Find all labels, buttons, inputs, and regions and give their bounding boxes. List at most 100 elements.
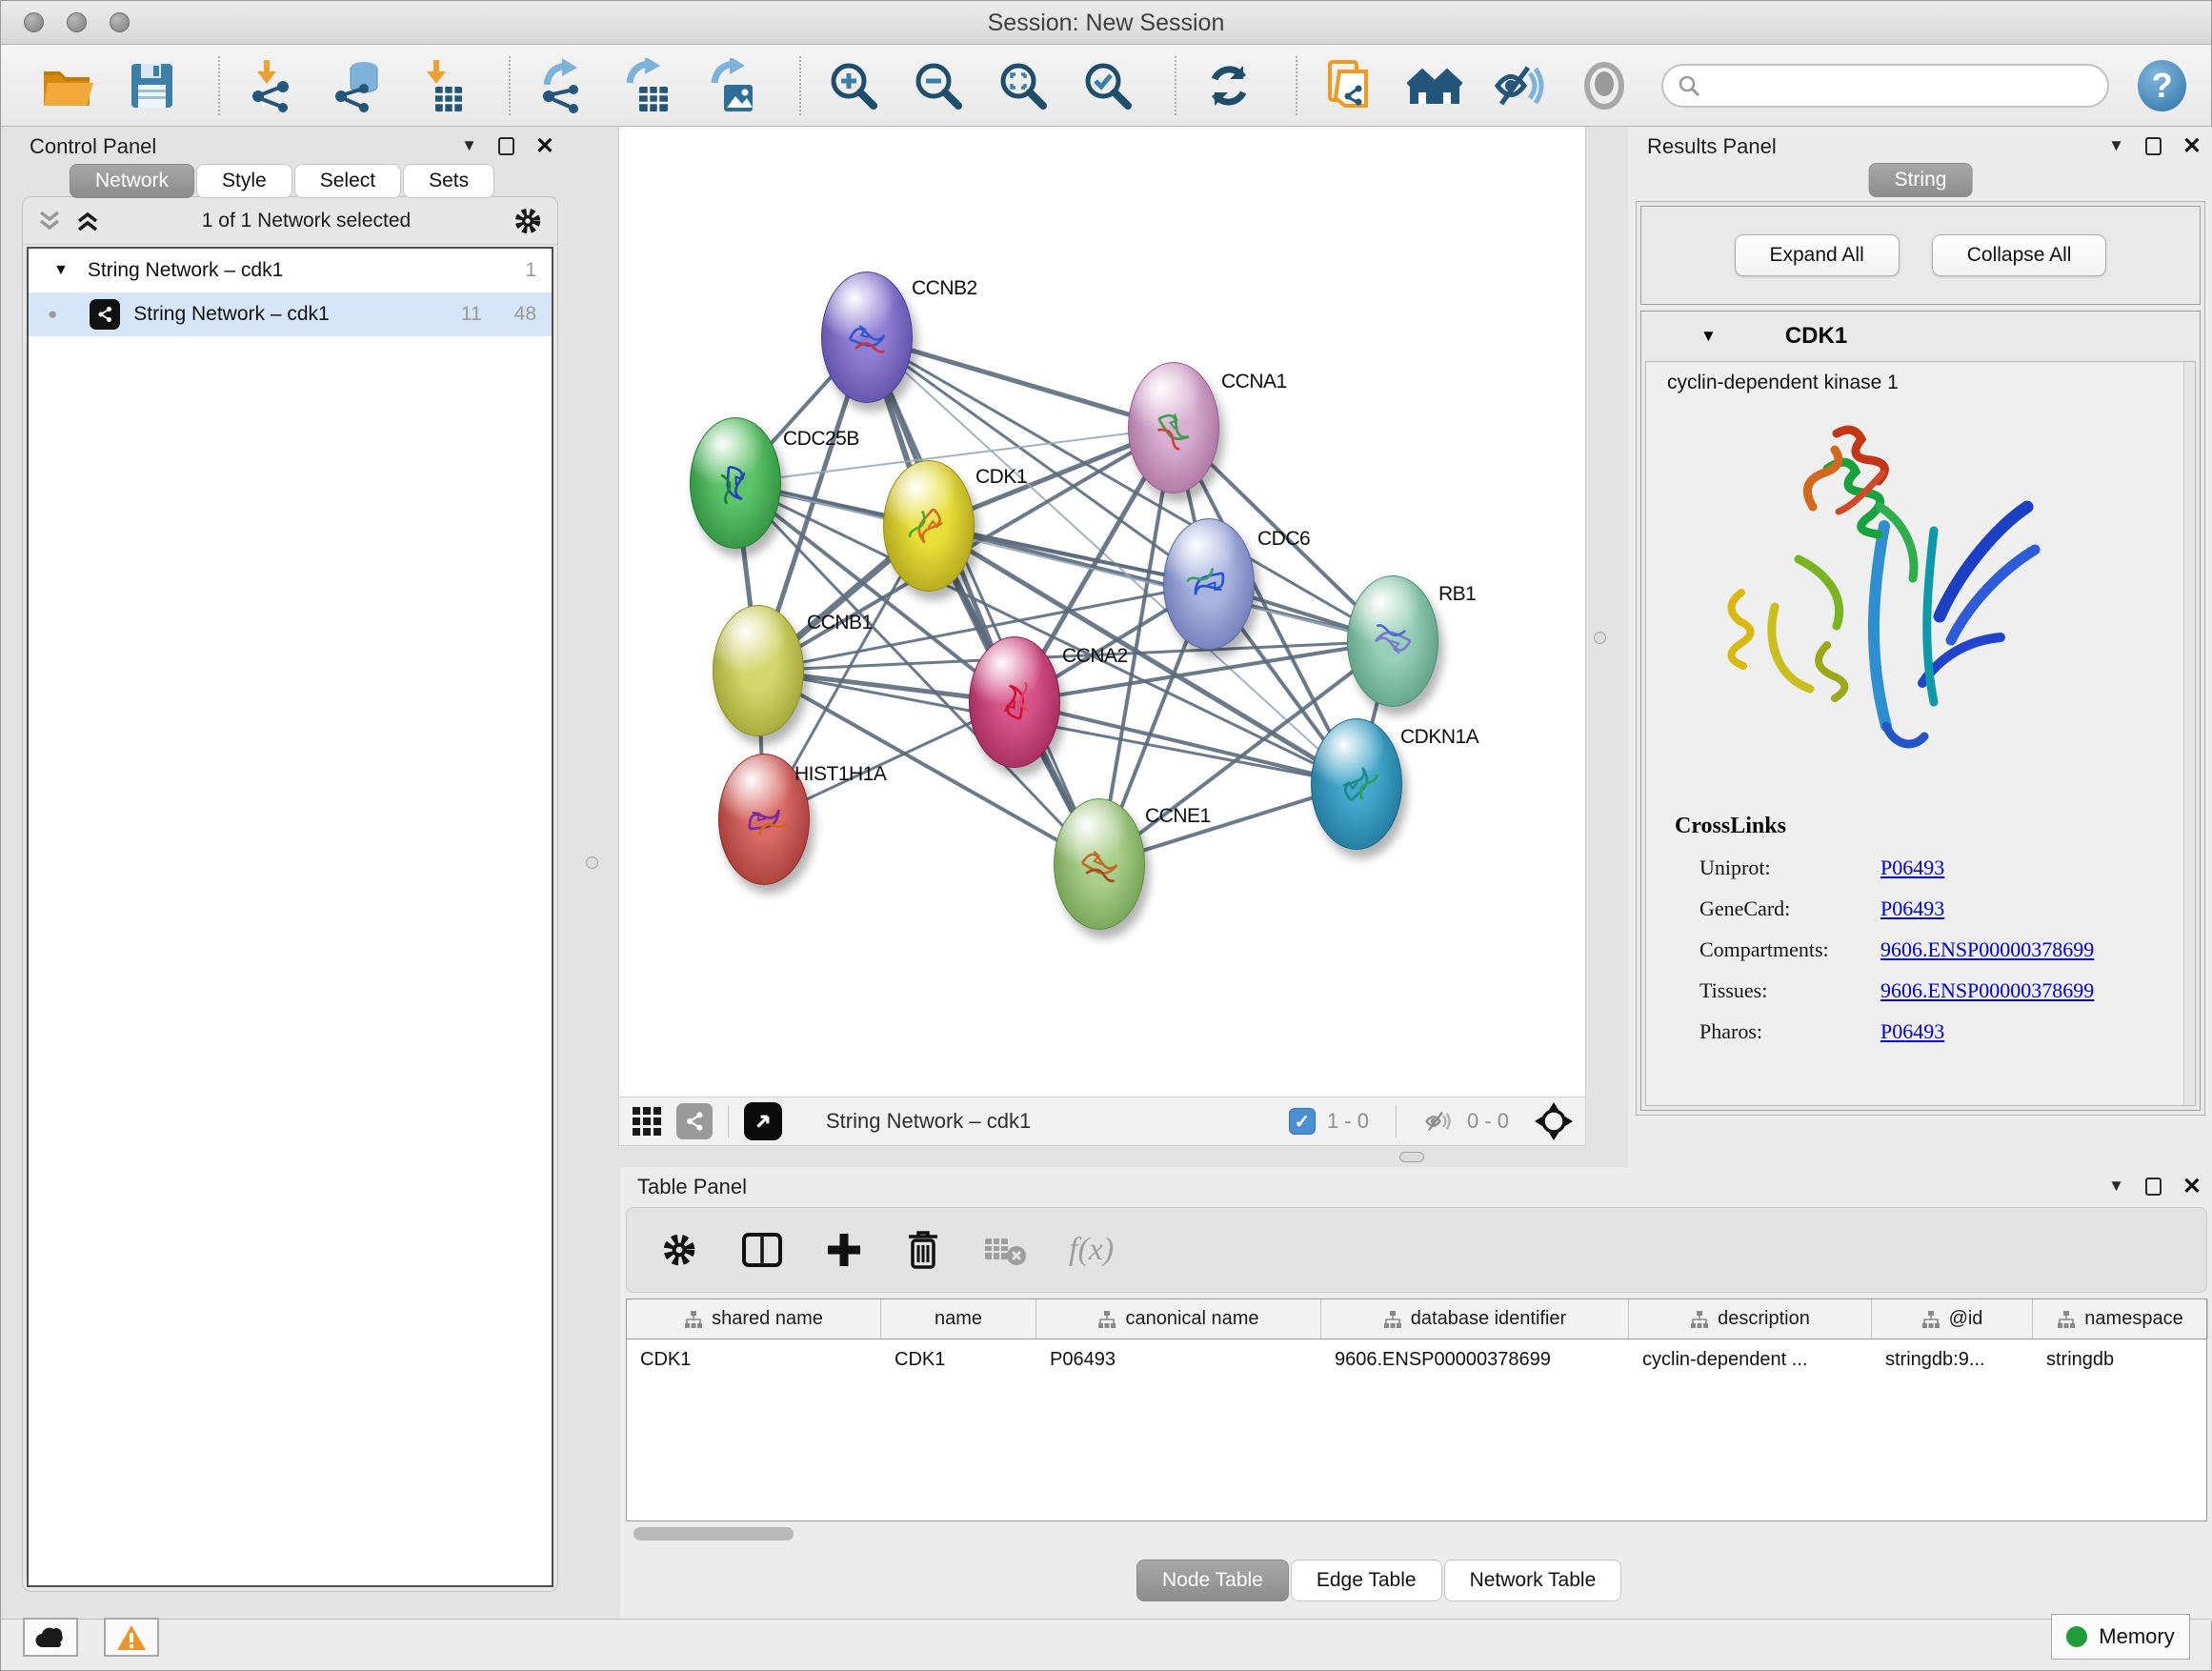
crosslink-link[interactable]: 9606.ENSP00000378699 <box>1880 937 2094 962</box>
node-label-cdc25b: CDC25B <box>783 428 859 451</box>
warnings-button[interactable] <box>104 1618 159 1657</box>
network-options-gear-icon[interactable] <box>512 205 544 237</box>
open-session-icon[interactable] <box>39 58 94 113</box>
panel-float-icon[interactable] <box>2145 137 2162 155</box>
entry-expand-icon[interactable]: ▼ <box>1700 327 1717 346</box>
panel-close-icon[interactable]: ✕ <box>2182 1178 2202 1196</box>
network-node-ccna2[interactable] <box>969 636 1060 768</box>
column-header-shared-name[interactable]: shared name <box>627 1299 881 1339</box>
collapse-all-icon[interactable] <box>36 210 63 232</box>
search-input[interactable] <box>1701 73 2101 98</box>
network-node-cdc6[interactable] <box>1163 518 1255 650</box>
network-node-cdkn1a[interactable] <box>1311 718 1402 850</box>
right-splitter-handle[interactable] <box>1594 632 1606 644</box>
control-tab-style[interactable]: Style <box>196 164 292 198</box>
table-options-gear-icon[interactable] <box>659 1230 699 1270</box>
zoom-selected-icon[interactable] <box>1080 58 1136 113</box>
table-cell: 9606.ENSP00000378699 <box>1321 1349 1629 1371</box>
left-splitter-handle[interactable] <box>586 856 598 869</box>
table-horizontal-scrollbar[interactable] <box>633 1527 794 1540</box>
tree-expand-icon[interactable]: ▼ <box>53 262 69 279</box>
refresh-view-icon[interactable] <box>1201 58 1257 113</box>
column-header--id[interactable]: @id <box>1872 1299 2033 1339</box>
crosslink-link[interactable]: P06493 <box>1880 856 1944 880</box>
show-hide-glass-icon[interactable] <box>1492 58 1547 113</box>
node-label-ccnb1: CCNB1 <box>807 612 873 634</box>
network-node-rb1[interactable] <box>1347 575 1438 707</box>
control-tab-network[interactable]: Network <box>70 164 194 198</box>
zoom-in-icon[interactable] <box>826 58 881 113</box>
crosslink-link[interactable]: P06493 <box>1880 1019 1944 1044</box>
tab-edge-table[interactable]: Edge Table <box>1291 1560 1442 1601</box>
table-row[interactable]: CDK1CDK1P064939606.ENSP00000378699cyclin… <box>627 1339 2206 1379</box>
warning-icon <box>116 1624 147 1651</box>
grid-view-icon[interactable] <box>631 1105 663 1137</box>
network-row[interactable]: ● String Network – cdk1 11 48 <box>29 292 552 336</box>
table-tabs: Node TableEdge TableNetwork Table <box>1136 1560 1623 1601</box>
network-node-cdc25b[interactable] <box>690 417 781 549</box>
column-header-database-identifier[interactable]: database identifier <box>1321 1299 1629 1339</box>
panel-collapse-icon[interactable]: ▼ <box>2108 1177 2124 1196</box>
crosslink-link[interactable]: P06493 <box>1880 896 1944 921</box>
network-canvas[interactable]: CCNB2CCNA1CDC25BCDK1CDC6RB1CCNB1CCNA2CDK… <box>618 127 1586 1097</box>
expand-all-button[interactable]: Expand All <box>1735 234 1900 276</box>
export-network-icon[interactable] <box>535 58 591 113</box>
expand-all-icon[interactable] <box>74 210 101 232</box>
cloud-status-button[interactable] <box>23 1618 78 1657</box>
birdseye-toggle-icon[interactable] <box>1534 1101 1574 1141</box>
panel-close-icon[interactable]: ✕ <box>2182 137 2202 155</box>
column-header-name[interactable]: name <box>881 1299 1036 1339</box>
tab-string[interactable]: String <box>1869 163 1973 197</box>
string-home-icon[interactable] <box>1407 58 1462 113</box>
column-header-namespace[interactable]: namespace <box>2033 1299 2208 1339</box>
panel-float-icon[interactable] <box>2145 1178 2162 1196</box>
help-icon[interactable]: ? <box>2138 60 2186 111</box>
collapse-all-button[interactable]: Collapse All <box>1932 234 2107 276</box>
protein-ribbon-thumbnail <box>1133 386 1215 470</box>
delete-column-icon[interactable] <box>905 1229 941 1271</box>
control-tab-sets[interactable]: Sets <box>403 164 494 198</box>
protein-ribbon-thumbnail <box>889 489 969 562</box>
gene-entry-header[interactable]: ▼ CDK1 <box>1641 312 2200 361</box>
presentation-eye-icon[interactable] <box>1577 58 1632 113</box>
selected-items-checkbox[interactable]: ✓ <box>1289 1108 1316 1135</box>
control-tab-select[interactable]: Select <box>294 164 401 198</box>
clone-network-icon[interactable] <box>1322 58 1377 113</box>
detach-view-icon[interactable] <box>744 1102 782 1140</box>
add-column-icon[interactable] <box>825 1231 863 1269</box>
export-image-icon[interactable] <box>705 58 760 113</box>
node-label-hist1h1a: HIST1H1A <box>794 763 886 786</box>
panel-float-icon[interactable] <box>498 137 514 155</box>
import-network-from-database-icon[interactable] <box>330 58 385 113</box>
network-collection-row[interactable]: ▼ String Network – cdk1 1 <box>29 249 552 292</box>
show-columns-icon[interactable] <box>741 1230 783 1270</box>
hidden-items-icon[interactable] <box>1423 1109 1456 1134</box>
tab-network-table[interactable]: Network Table <box>1444 1560 1622 1601</box>
zoom-out-icon[interactable] <box>911 58 966 113</box>
results-scrollbar[interactable] <box>2183 362 2195 1105</box>
network-edge[interactable] <box>867 337 1174 428</box>
tab-node-table[interactable]: Node Table <box>1136 1560 1289 1601</box>
network-edge[interactable] <box>867 337 1099 864</box>
network-view-type-icon[interactable] <box>676 1103 713 1139</box>
crosslink-label: GeneCard: <box>1699 896 1880 921</box>
export-table-icon[interactable] <box>620 58 675 113</box>
network-node-ccna1[interactable] <box>1128 362 1219 493</box>
memory-button[interactable]: Memory <box>2051 1614 2190 1660</box>
network-node-ccnb1[interactable] <box>713 605 804 736</box>
column-header-canonical-name[interactable]: canonical name <box>1036 1299 1321 1339</box>
import-network-icon[interactable] <box>245 58 300 113</box>
network-node-ccne1[interactable] <box>1054 798 1145 930</box>
panel-close-icon[interactable]: ✕ <box>535 137 554 155</box>
network-node-ccnb2[interactable] <box>821 272 913 403</box>
crosslink-link[interactable]: 9606.ENSP00000378699 <box>1880 978 2094 1003</box>
zoom-fit-icon[interactable] <box>995 58 1051 113</box>
save-session-icon[interactable] <box>124 58 179 113</box>
import-table-icon[interactable] <box>414 58 470 113</box>
network-current-dot-icon: ● <box>48 305 57 324</box>
panel-collapse-icon[interactable]: ▼ <box>461 136 477 155</box>
network-node-cdk1[interactable] <box>883 460 975 592</box>
panel-collapse-icon[interactable]: ▼ <box>2108 136 2124 155</box>
bottom-splitter-handle[interactable] <box>1399 1152 1424 1162</box>
column-header-description[interactable]: description <box>1629 1299 1872 1339</box>
